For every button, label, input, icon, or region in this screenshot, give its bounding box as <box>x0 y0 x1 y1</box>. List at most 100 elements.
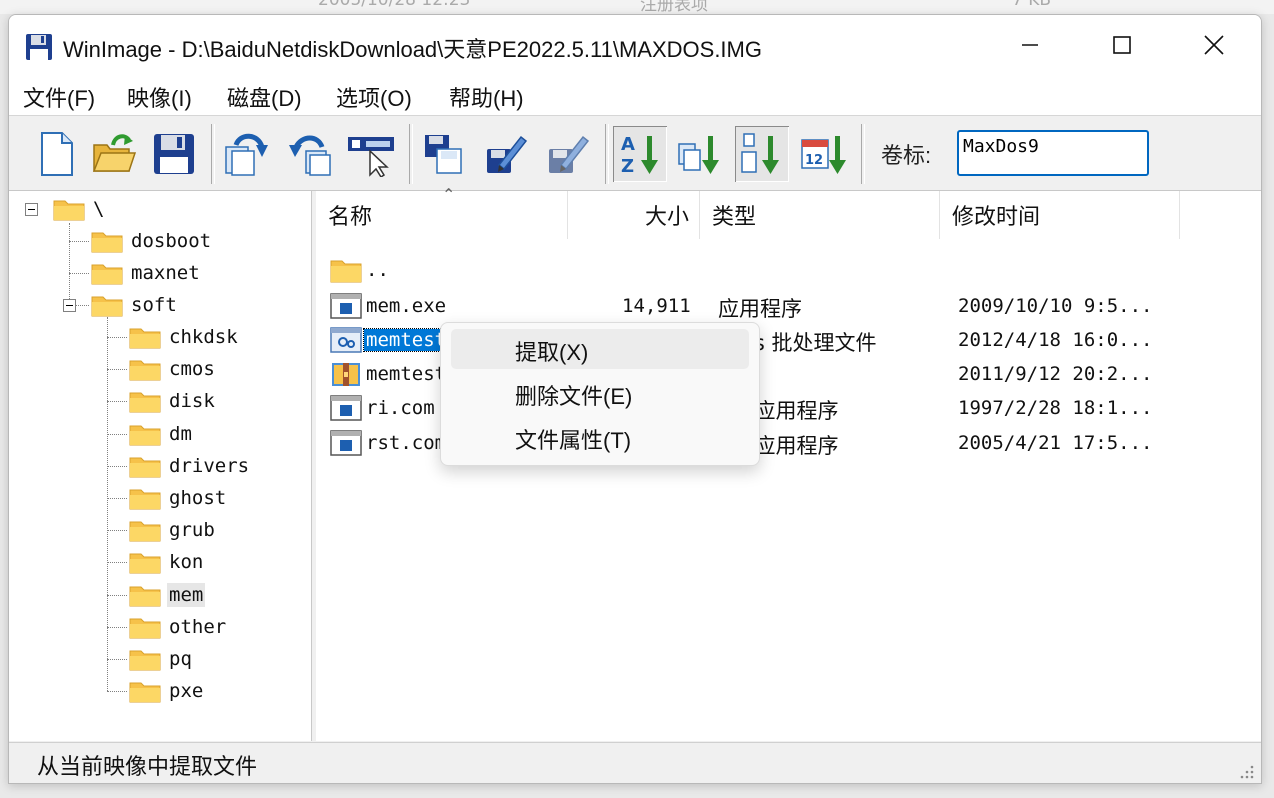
list-item[interactable]: .. <box>330 255 1250 285</box>
svg-text:Z: Z <box>621 156 634 177</box>
file-name: rst.com <box>366 432 447 454</box>
folder-icon <box>129 521 161 542</box>
folder-icon <box>129 586 161 607</box>
edit-button[interactable] <box>479 126 533 182</box>
tree-node-dosboot[interactable]: dosboot <box>91 227 213 255</box>
extract-button[interactable] <box>219 126 273 182</box>
column-header-modified[interactable]: 修改时间 <box>940 191 1180 239</box>
new-button[interactable] <box>29 126 83 182</box>
edit-icon <box>487 135 528 173</box>
open-button[interactable] <box>87 126 141 182</box>
column-header-size[interactable]: 大小 <box>568 191 700 239</box>
tree-node-label: maxnet <box>131 262 200 284</box>
tree-line <box>107 595 127 596</box>
file-size: 14,911 <box>622 295 691 317</box>
tree-line <box>107 337 127 338</box>
sort-by-type-button[interactable] <box>673 126 727 182</box>
column-header-label: 修改时间 <box>952 204 1041 229</box>
parent-folder-icon <box>330 260 362 283</box>
tree-node-soft[interactable]: soft <box>91 291 179 319</box>
folder-icon <box>129 553 161 574</box>
menu-help[interactable]: 帮助(H) <box>449 81 524 113</box>
context-menu-extract[interactable]: 提取(X) <box>451 329 749 369</box>
tree-node-label: grub <box>169 519 215 541</box>
inject-button[interactable] <box>283 126 337 182</box>
tree-node-label: drivers <box>169 455 250 477</box>
collapse-soft-toggle[interactable] <box>63 299 76 312</box>
menu-options[interactable]: 选项(O) <box>336 81 412 113</box>
sort-by-date-button[interactable]: 12 <box>797 126 851 182</box>
tree-node-mem[interactable]: mem <box>129 581 206 609</box>
folder-icon <box>91 232 123 253</box>
minimize-button[interactable] <box>984 15 1076 75</box>
application-icon <box>330 395 362 421</box>
tree-node-grub[interactable]: grub <box>129 516 217 544</box>
copy-icon <box>425 135 462 174</box>
tree-node-ghost[interactable]: ghost <box>129 484 228 512</box>
tree-node-pxe[interactable]: pxe <box>129 677 205 705</box>
tree-line <box>69 241 89 242</box>
floppy-app-icon <box>26 34 52 60</box>
tree-node-chkdsk[interactable]: chkdsk <box>129 323 240 351</box>
toolbar-separator <box>605 124 609 184</box>
volume-label-input[interactable]: MaxDos9 <box>957 130 1149 176</box>
tree-node-label: disk <box>169 390 215 412</box>
minimize-icon <box>1022 44 1038 46</box>
tree-line <box>107 498 127 499</box>
menu-file[interactable]: 文件(F) <box>23 81 95 113</box>
tree-node-maxnet[interactable]: maxnet <box>91 259 202 287</box>
sort-size-icon <box>741 133 779 174</box>
title-bar[interactable]: WinImage - D:\BaiduNetdiskDownload\天意PE2… <box>9 15 1261 75</box>
edit-alt-button[interactable] <box>541 126 595 182</box>
toolbar-separator <box>409 124 413 184</box>
column-header-type[interactable]: 类型 <box>700 191 940 239</box>
tree-line <box>107 659 127 660</box>
new-icon <box>41 132 73 176</box>
file-modified: 2009/10/10 9:5... <box>958 295 1153 317</box>
maximize-button[interactable] <box>1076 15 1168 75</box>
column-header-name[interactable]: ⌃ 名称 <box>316 187 568 239</box>
tree-node-other[interactable]: other <box>129 613 228 641</box>
toolbar: A Z 12 卷标: MaxDos9 <box>9 116 1261 191</box>
close-icon <box>1204 35 1224 55</box>
folder-icon <box>129 360 161 381</box>
tree-node-cmos[interactable]: cmos <box>129 355 217 383</box>
tree-node-label: dm <box>169 423 192 445</box>
tree-node-pq[interactable]: pq <box>129 645 194 673</box>
svg-text:A: A <box>621 134 635 155</box>
context-menu-label: 提取(X) <box>515 340 589 365</box>
context-menu-file-properties[interactable]: 文件属性(T) <box>451 417 749 457</box>
bg-date: 2005/10/28 12:23 <box>318 0 471 10</box>
sort-by-size-button[interactable] <box>735 126 789 182</box>
sort-by-name-button[interactable]: A Z <box>613 126 667 182</box>
tree-node-drivers[interactable]: drivers <box>129 452 251 480</box>
tree-node-root[interactable]: \ <box>53 195 106 223</box>
context-menu-delete-file[interactable]: 删除文件(E) <box>451 373 749 413</box>
folder-icon <box>129 328 161 349</box>
close-button[interactable] <box>1168 15 1260 75</box>
save-icon <box>154 134 194 174</box>
menu-bar: 文件(F) 映像(I) 磁盘(D) 选项(O) 帮助(H) <box>9 75 1261 116</box>
list-item[interactable]: mem.exe 14,911 应用程序 2009/10/10 9:5... <box>330 291 1250 321</box>
application-icon <box>330 430 362 456</box>
select-icon <box>348 137 394 177</box>
folder-icon <box>129 457 161 478</box>
collapse-root-toggle[interactable] <box>25 203 38 216</box>
copy-button[interactable] <box>417 126 471 182</box>
tree-line <box>107 691 127 692</box>
tree-node-dm[interactable]: dm <box>129 420 194 448</box>
batch-file-icon <box>330 327 362 353</box>
folder-icon <box>53 200 85 221</box>
select-button[interactable] <box>345 126 399 182</box>
bg-size: 7 KB <box>1012 0 1052 10</box>
sort-ascending-icon: ⌃ <box>442 187 456 204</box>
toolbar-separator <box>861 124 865 184</box>
tree-node-kon[interactable]: kon <box>129 548 205 576</box>
resize-grip-icon[interactable] <box>1239 764 1255 780</box>
file-list: ⌃ 名称 大小 类型 修改时间 .. mem.exe 14,911 应用程序 2… <box>316 187 1261 741</box>
tree-node-disk[interactable]: disk <box>129 387 217 415</box>
save-button[interactable] <box>147 126 201 182</box>
inject-icon <box>289 135 331 176</box>
menu-image[interactable]: 映像(I) <box>127 81 192 113</box>
menu-disk[interactable]: 磁盘(D) <box>227 81 302 113</box>
